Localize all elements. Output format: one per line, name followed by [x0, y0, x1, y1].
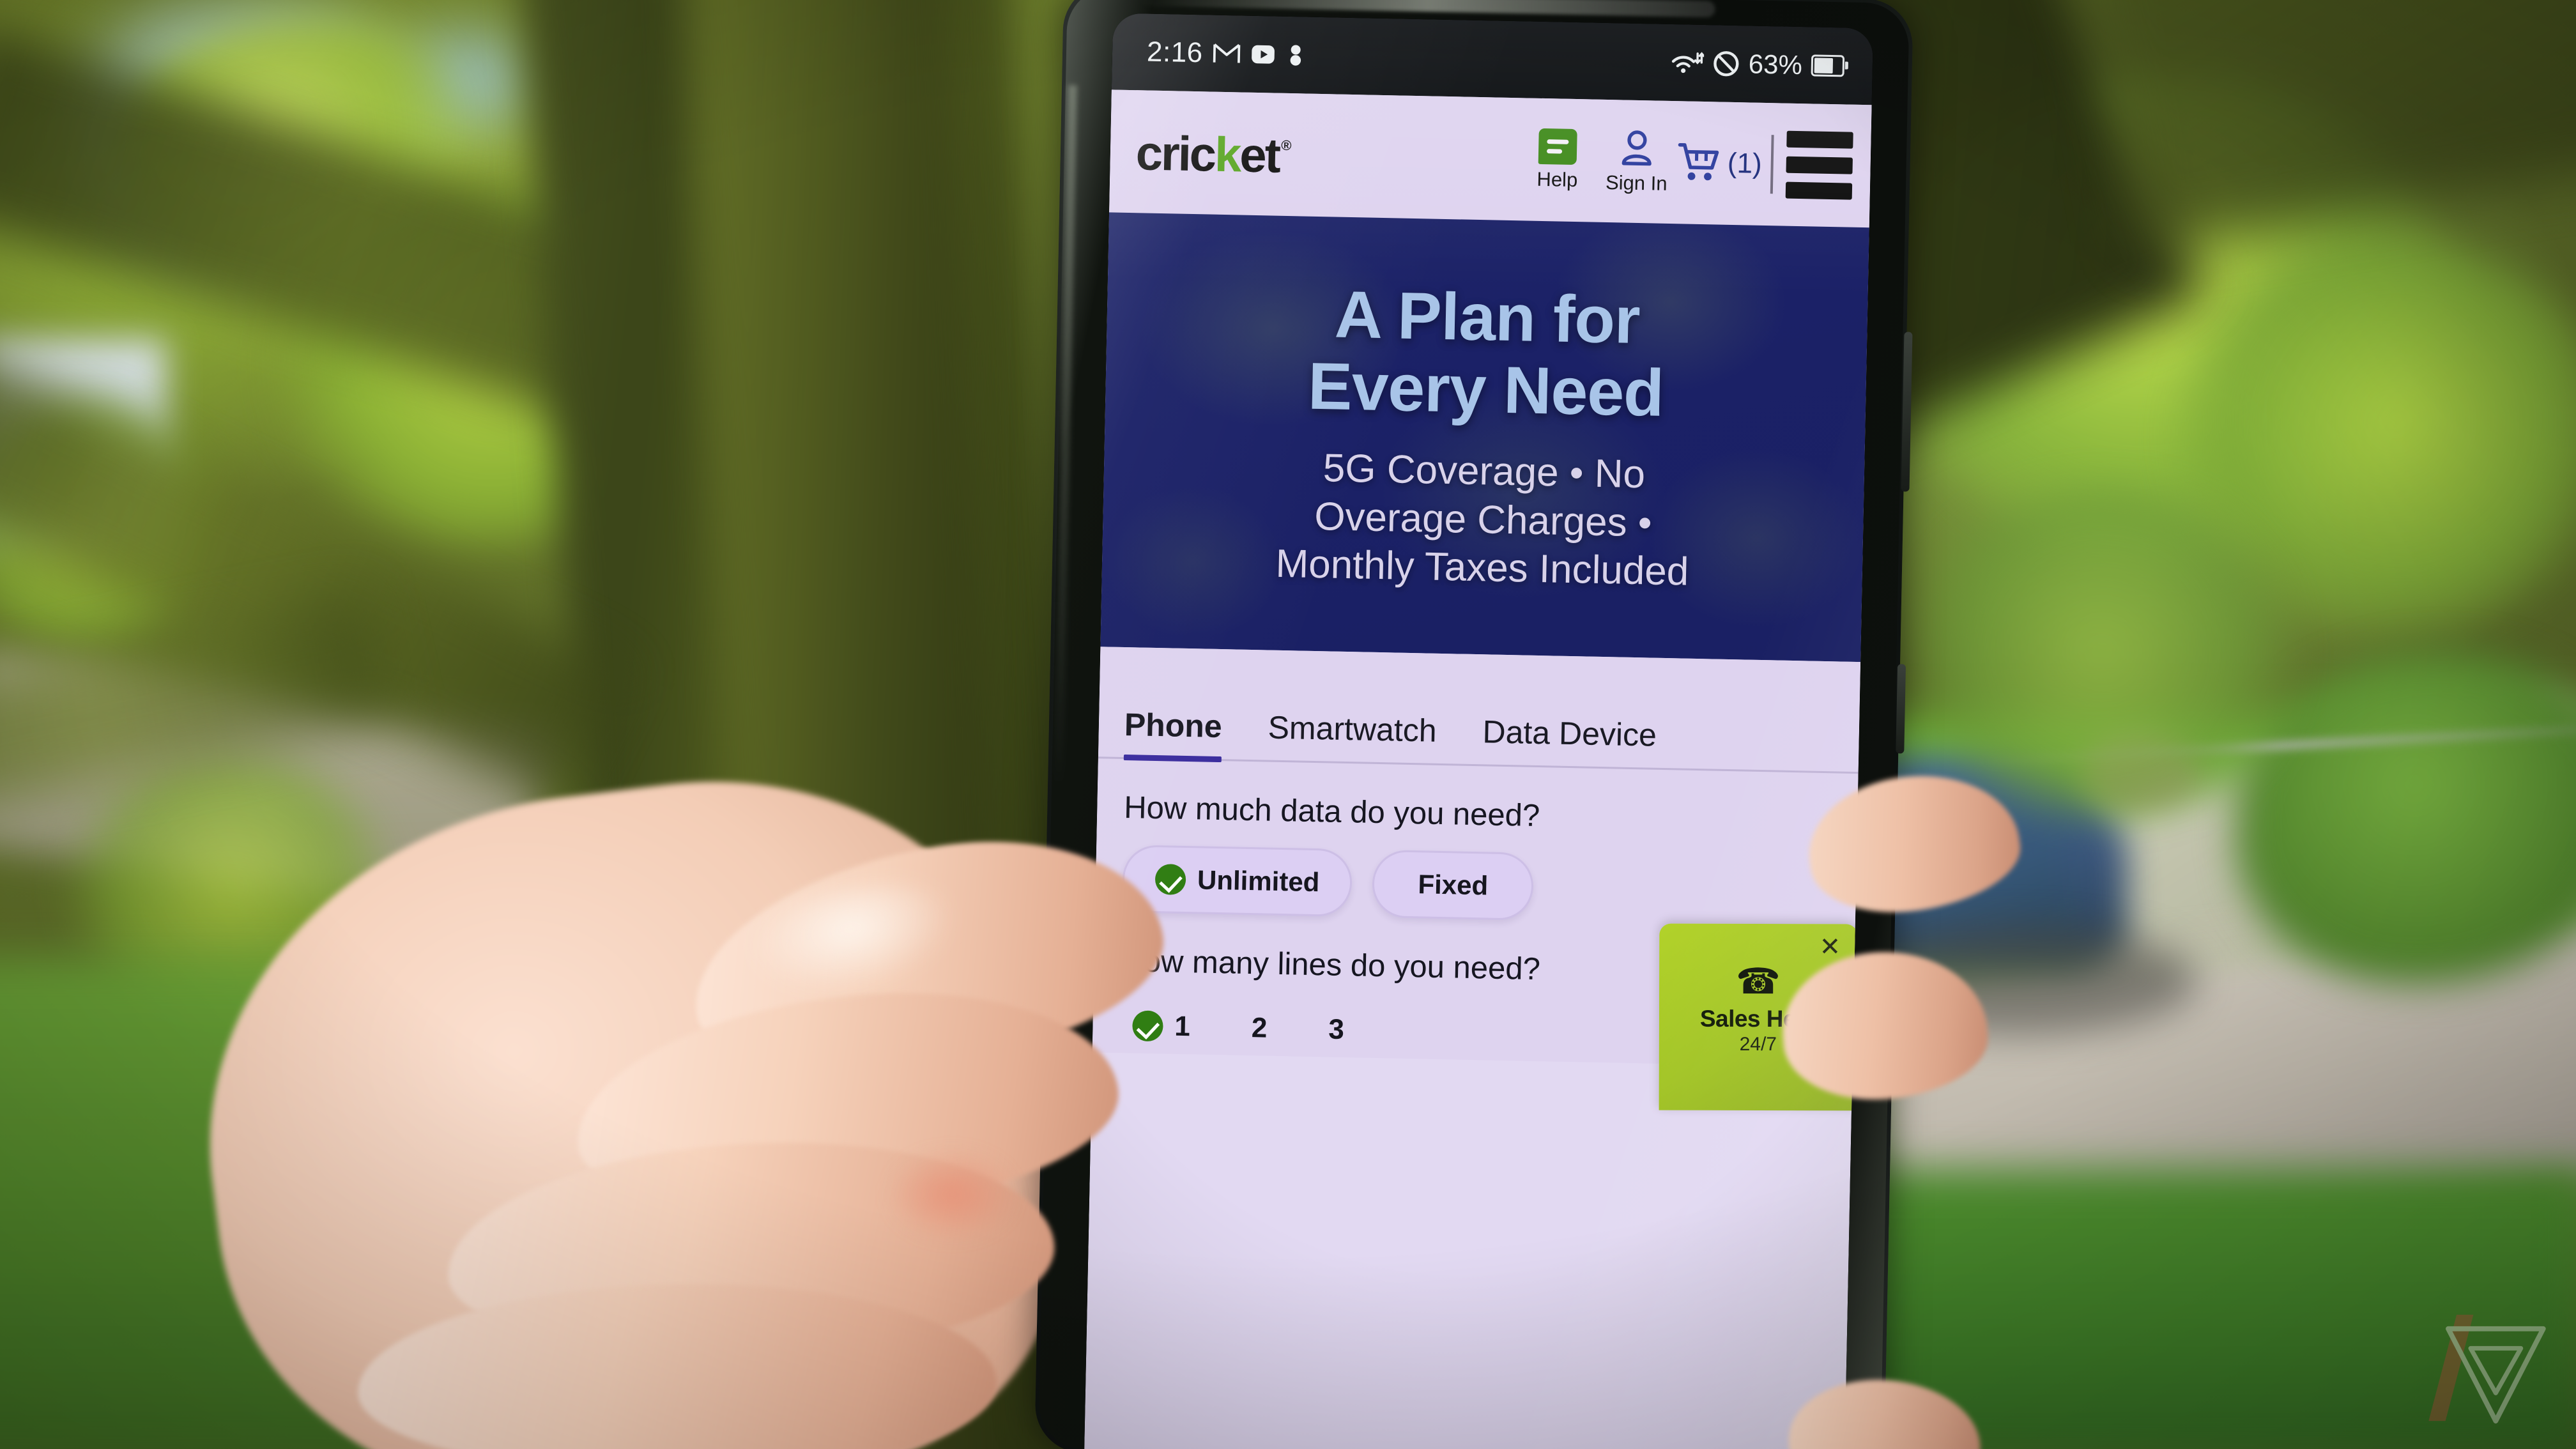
person-icon	[1621, 130, 1652, 166]
do-not-disturb-icon	[1713, 51, 1739, 77]
hero-sub-line-2: Overage Charges •	[1314, 494, 1653, 546]
check-icon	[1131, 1010, 1163, 1042]
sign-in-button[interactable]: Sign In	[1597, 128, 1677, 195]
chat-help-icon	[1538, 128, 1577, 165]
cart-item-count: (1)	[1727, 147, 1763, 180]
status-bar-right: 63%	[1670, 47, 1845, 81]
close-icon[interactable]: ✕	[1820, 933, 1841, 961]
logo-text-k: k	[1214, 127, 1241, 183]
photo-scene: 2:16 63% cric k et ® Help Sign In (1) A …	[0, 0, 2576, 1449]
foliage-cluster-right-bottom	[1904, 486, 2300, 818]
hero-sub-line-3: Monthly Taxes Included	[1275, 541, 1689, 594]
status-bar: 2:16 63%	[1111, 13, 1874, 105]
sales-help-subtitle: 24/7	[1739, 1033, 1777, 1055]
battery-fill	[1814, 57, 1833, 74]
hamburger-menu-icon[interactable]	[1785, 130, 1857, 200]
data-option-fixed-label: Fixed	[1418, 869, 1489, 901]
logo-text-post: et	[1239, 128, 1280, 183]
status-bar-clock: 2:16	[1146, 36, 1204, 69]
help-button[interactable]: Help	[1517, 128, 1598, 192]
hand-knuckle-blush	[888, 1150, 1016, 1239]
logo-trademark: ®	[1281, 137, 1290, 154]
lines-option-2[interactable]: 2	[1245, 1000, 1274, 1056]
data-option-group: Unlimited Fixed	[1095, 825, 1857, 927]
phone-screen: 2:16 63% cric k et ® Help Sign In (1) A …	[1084, 13, 1874, 1449]
plan-picker: Phone Smartwatch Data Device How much da…	[1092, 647, 1861, 1111]
menu-bar-2	[1786, 156, 1853, 174]
logo-text-pre: cric	[1135, 126, 1215, 182]
status-bar-left: 2:16	[1147, 36, 1306, 72]
phone-handset-icon: ☎	[1736, 960, 1781, 1002]
battery-icon	[1811, 54, 1845, 77]
gmail-icon	[1213, 43, 1241, 63]
cart-button[interactable]: (1)	[1677, 141, 1762, 185]
tab-phone[interactable]: Phone	[1124, 706, 1222, 759]
smartphone: 2:16 63% cric k et ® Help Sign In (1) A …	[1034, 0, 1913, 1449]
hero-headline: A Plan for Every Need	[1307, 277, 1666, 431]
menu-bar-3	[1785, 181, 1853, 200]
lines-option-1-label: 1	[1174, 1010, 1191, 1043]
hero-headline-line-2: Every Need	[1307, 349, 1664, 431]
battery-percentage: 63%	[1748, 49, 1803, 80]
hero-banner: A Plan for Every Need 5G Coverage • No O…	[1100, 212, 1869, 663]
lines-option-1[interactable]: 1	[1126, 998, 1197, 1054]
lines-option-3-label: 3	[1328, 1013, 1345, 1046]
hero-sub-line-1: 5G Coverage • No	[1322, 446, 1646, 497]
data-option-fixed[interactable]: Fixed	[1372, 849, 1535, 921]
hero-headline-line-1: A Plan for	[1334, 277, 1641, 358]
profile-icon	[1290, 45, 1301, 66]
play-icon	[1251, 45, 1275, 64]
data-option-unlimited-label: Unlimited	[1197, 864, 1320, 898]
tab-smartwatch[interactable]: Smartwatch	[1268, 709, 1438, 763]
menu-bar-1	[1786, 130, 1853, 149]
hero-subheadline: 5G Coverage • No Overage Charges • Month…	[1275, 443, 1691, 597]
check-icon	[1154, 864, 1186, 895]
header-actions: Help Sign In (1)	[1517, 125, 1857, 200]
header-divider	[1770, 135, 1774, 194]
lines-option-2-label: 2	[1251, 1012, 1268, 1044]
tab-data-device[interactable]: Data Device	[1482, 713, 1657, 767]
data-option-unlimited[interactable]: Unlimited	[1122, 845, 1353, 917]
lines-option-3[interactable]: 3	[1322, 1002, 1351, 1057]
sign-in-label: Sign In	[1605, 171, 1667, 195]
webpage: cric k et ® Help Sign In (1) A Plan for …	[1084, 89, 1872, 1449]
site-header: cric k et ® Help Sign In (1)	[1109, 89, 1872, 228]
wifi-icon	[1671, 52, 1705, 73]
shopping-cart-icon	[1678, 143, 1719, 181]
publisher-watermark	[2428, 1314, 2546, 1424]
help-label: Help	[1537, 167, 1578, 192]
cricket-logo[interactable]: cric k et ®	[1135, 126, 1290, 183]
